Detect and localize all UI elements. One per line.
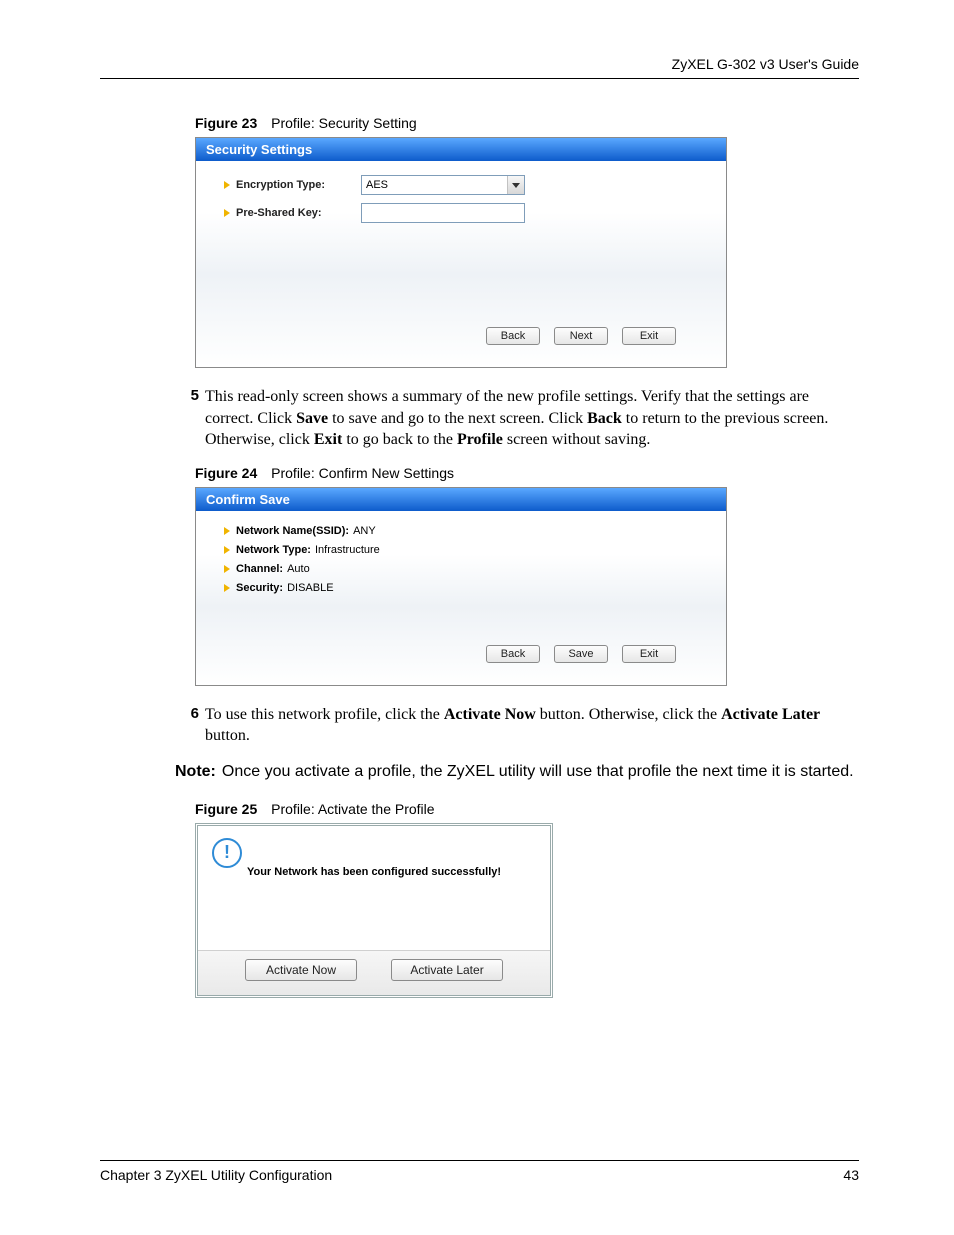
footer-chapter: Chapter 3 ZyXEL Utility Configuration <box>100 1167 332 1183</box>
security-label: Security: <box>236 582 283 594</box>
channel-label: Channel: <box>236 563 283 575</box>
figure-25-text: Profile: Activate the Profile <box>271 801 434 817</box>
security-settings-title: Security Settings <box>196 138 726 161</box>
figure-24-label: Figure 24 <box>195 465 257 481</box>
confirm-save-dialog: Confirm Save Network Name(SSID): ANY Netw… <box>195 487 727 686</box>
security-value: DISABLE <box>287 582 333 594</box>
confirm-save-title: Confirm Save <box>196 488 726 511</box>
activate-now-button[interactable]: Activate Now <box>245 959 357 981</box>
activate-later-button[interactable]: Activate Later <box>391 959 503 981</box>
note-paragraph: Note: Once you activate a profile, the Z… <box>175 761 859 783</box>
bullet-icon <box>224 584 230 592</box>
step-6-number: 6 <box>175 704 199 747</box>
security-settings-dialog: Security Settings Encryption Type: AES P… <box>195 137 727 368</box>
note-label: Note: <box>175 761 216 783</box>
encryption-type-value: AES <box>362 176 507 194</box>
bullet-icon <box>224 181 230 189</box>
chevron-down-icon <box>512 183 520 188</box>
next-button[interactable]: Next <box>554 327 608 345</box>
running-header: ZyXEL G-302 v3 User's Guide <box>100 56 859 72</box>
activate-message: Your Network has been configured success… <box>212 866 536 878</box>
step-5-paragraph: 5 This read-only screen shows a summary … <box>175 386 859 451</box>
figure-25-label: Figure 25 <box>195 801 257 817</box>
figure-25-caption: Figure 25 Profile: Activate the Profile <box>195 801 859 817</box>
step-5-number: 5 <box>175 386 199 451</box>
figure-23-label: Figure 23 <box>195 115 257 131</box>
bullet-icon <box>224 209 230 217</box>
footer-page-number: 43 <box>843 1167 859 1183</box>
header-rule <box>100 78 859 79</box>
exit-button[interactable]: Exit <box>622 645 676 663</box>
ssid-label: Network Name(SSID): <box>236 525 349 537</box>
network-type-value: Infrastructure <box>315 544 380 556</box>
preshared-key-label: Pre-Shared Key: <box>236 207 361 219</box>
figure-23-caption: Figure 23 Profile: Security Setting <box>195 115 859 131</box>
channel-value: Auto <box>287 563 310 575</box>
note-text: Once you activate a profile, the ZyXEL u… <box>222 761 859 783</box>
encryption-type-dropdown[interactable]: AES <box>361 175 525 195</box>
activate-profile-dialog: ! Your Network has been configured succe… <box>195 823 553 998</box>
exit-button[interactable]: Exit <box>622 327 676 345</box>
figure-24-caption: Figure 24 Profile: Confirm New Settings <box>195 465 859 481</box>
back-button[interactable]: Back <box>486 327 540 345</box>
back-button[interactable]: Back <box>486 645 540 663</box>
figure-24-text: Profile: Confirm New Settings <box>271 465 454 481</box>
preshared-key-input[interactable] <box>361 203 525 223</box>
info-icon: ! <box>212 838 242 868</box>
ssid-value: ANY <box>353 525 376 537</box>
step-6-paragraph: 6 To use this network profile, click the… <box>175 704 859 747</box>
bullet-icon <box>224 546 230 554</box>
dropdown-button[interactable] <box>507 176 524 194</box>
bullet-icon <box>224 565 230 573</box>
save-button[interactable]: Save <box>554 645 608 663</box>
encryption-type-label: Encryption Type: <box>236 179 361 191</box>
bullet-icon <box>224 527 230 535</box>
page-footer: Chapter 3 ZyXEL Utility Configuration 43 <box>100 1160 859 1183</box>
figure-23-text: Profile: Security Setting <box>271 115 417 131</box>
network-type-label: Network Type: <box>236 544 311 556</box>
